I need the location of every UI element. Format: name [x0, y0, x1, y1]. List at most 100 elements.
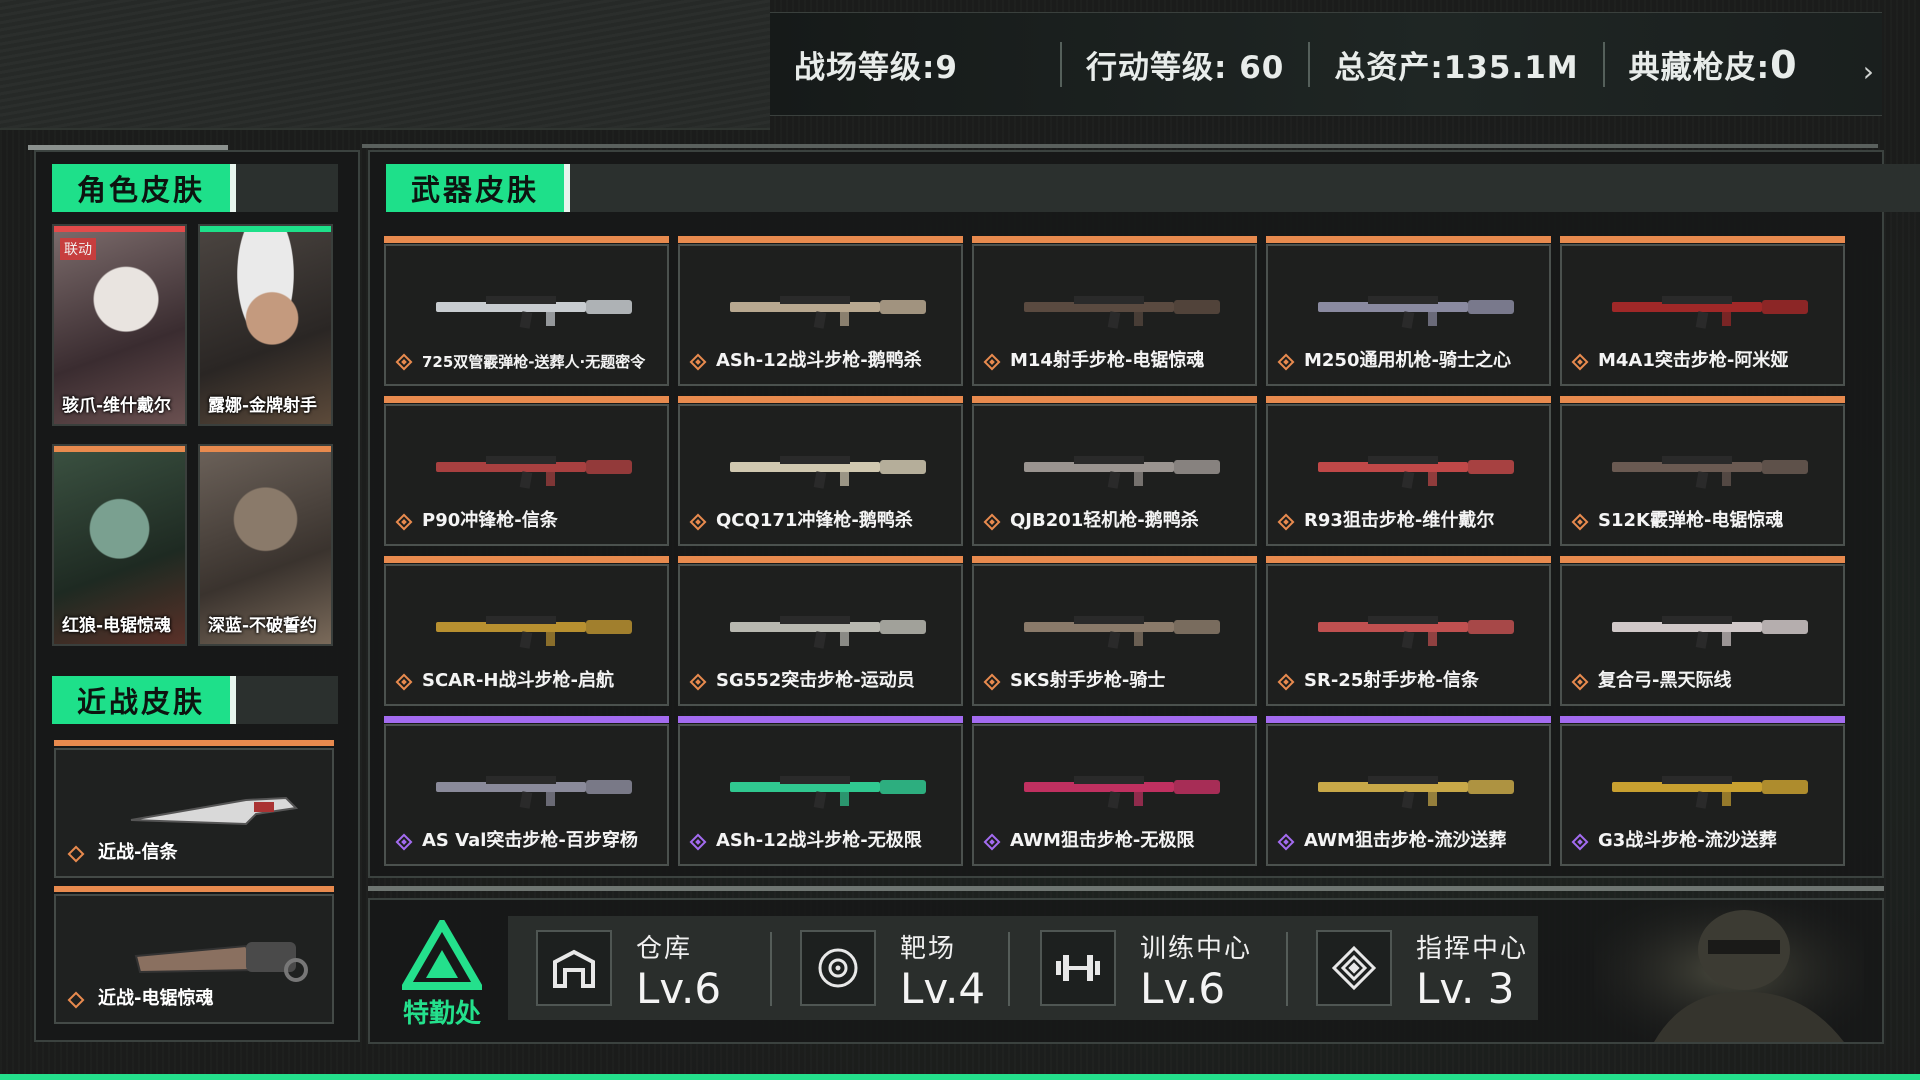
weapon-skin-label: AWM狙击步枪-流沙送葬 [1304, 830, 1507, 851]
rarity-stripe [972, 236, 1257, 243]
weapon-image [436, 776, 632, 809]
dumbbell-icon [1040, 930, 1116, 1006]
facility-name: 训练中心 [1140, 934, 1253, 964]
rarity-diamond-icon [1277, 833, 1295, 851]
weapon-skin-card[interactable]: SKS射手步枪-骑士 [972, 556, 1257, 706]
weapon-skin-label: S12K霰弹枪-电锯惊魂 [1598, 510, 1784, 531]
weapon-image [1318, 296, 1514, 329]
rarity-diamond-icon [689, 353, 707, 371]
weapon-image [730, 456, 926, 489]
facility-divider [770, 932, 772, 1006]
facility-command-center[interactable]: 指挥中心 Lv. 3 [1316, 916, 1556, 1020]
character-skin-card[interactable]: 红狼-电锯惊魂 [52, 444, 187, 646]
weapon-skin-label: QJB201轻机枪-鹅鸭杀 [1010, 510, 1199, 531]
weapon-skin-card[interactable]: AWM狙击步枪-流沙送葬 [1266, 716, 1551, 866]
collection-skins-value: 0 [1770, 42, 1798, 87]
weapon-skin-card[interactable]: R93狙击步枪-维什戴尔 [1266, 396, 1551, 546]
facility-training-center[interactable]: 训练中心 Lv.6 [1040, 916, 1280, 1020]
rarity-diamond-icon [689, 833, 707, 851]
collab-badge: 联动 [60, 238, 96, 260]
rarity-stripe [1560, 556, 1845, 563]
weapon-skin-label: ASh-12战斗步枪-无极限 [716, 830, 922, 851]
weapon-skin-card[interactable]: ASh-12战斗步枪-鹅鸭杀 [678, 236, 963, 386]
rarity-diamond-icon [1571, 673, 1589, 691]
weapon-skin-card[interactable]: SG552突击步枪-运动员 [678, 556, 963, 706]
weapon-skin-label: AS Val突击步枪-百步穿杨 [422, 830, 638, 851]
weapon-skin-label: SKS射手步枪-骑士 [1010, 670, 1166, 691]
rarity-stripe [1266, 236, 1551, 243]
character-skin-card[interactable]: 露娜-金牌射手 [198, 224, 333, 426]
operation-level: 行动等级: 60 [1062, 41, 1311, 87]
panel-divider [28, 145, 228, 150]
weapon-skin-card[interactable]: G3战斗步枪-流沙送葬 [1560, 716, 1845, 866]
weapon-skin-card[interactable]: AWM狙击步枪-无极限 [972, 716, 1257, 866]
collection-skins: 典藏枪皮:0 [1605, 42, 1822, 87]
weapon-skin-card[interactable]: QJB201轻机枪-鹅鸭杀 [972, 396, 1257, 546]
weapon-skin-card[interactable]: 复合弓-黑天际线 [1560, 556, 1845, 706]
rarity-diamond-icon [983, 673, 1001, 691]
rarity-diamond-icon [67, 991, 85, 1009]
melee-skin-card[interactable]: 近战-信条 [54, 740, 334, 878]
weapon-skin-label: AWM狙击步枪-无极限 [1010, 830, 1195, 851]
weapon-skin-label: SCAR-H战斗步枪-启航 [422, 670, 614, 691]
melee-skin-label: 近战-电锯惊魂 [98, 988, 214, 1009]
character-skin-card[interactable]: 深蓝-不破誓约 [198, 444, 333, 646]
agency-label: 特勤处 [402, 999, 481, 1029]
character-skin-card[interactable]: 联动 骇爪-维什戴尔 [52, 224, 187, 426]
facility-level: Lv.4 [900, 964, 986, 1013]
weapon-skin-card[interactable]: S12K霰弹枪-电锯惊魂 [1560, 396, 1845, 546]
weapon-skin-card[interactable]: M4A1突击步枪-阿米娅 [1560, 236, 1845, 386]
weapon-image [1612, 296, 1808, 329]
melee-skin-card[interactable]: 近战-电锯惊魂 [54, 886, 334, 1024]
rarity-diamond-icon [1571, 513, 1589, 531]
weapon-image [436, 616, 632, 649]
weapon-skin-card[interactable]: AS Val突击步枪-百步穿杨 [384, 716, 669, 866]
weapon-image [436, 296, 632, 329]
weapon-skin-label: SG552突击步枪-运动员 [716, 670, 915, 691]
weapon-skin-card[interactable]: SR-25射手步枪-信条 [1266, 556, 1551, 706]
rarity-diamond-icon [983, 353, 1001, 371]
rarity-stripe [678, 396, 963, 403]
character-skin-label: 骇爪-维什戴尔 [62, 396, 172, 416]
weapon-image [1612, 776, 1808, 809]
rarity-diamond-icon [67, 845, 85, 863]
facility-level: Lv. 3 [1416, 964, 1515, 1013]
facility-warehouse[interactable]: 仓库 Lv.6 [536, 916, 756, 1020]
agency-triangle-icon [399, 916, 485, 990]
weapon-skin-card[interactable]: M250通用机枪-骑士之心 [1266, 236, 1551, 386]
rarity-stripe [1266, 716, 1551, 723]
weapon-skin-card[interactable]: SCAR-H战斗步枪-启航 [384, 556, 669, 706]
facility-name: 指挥中心 [1416, 934, 1529, 964]
rarity-stripe [1266, 556, 1551, 563]
weapon-skin-card[interactable]: ASh-12战斗步枪-无极限 [678, 716, 963, 866]
top-left-banner [0, 0, 770, 130]
weapon-skin-card[interactable]: QCQ171冲锋枪-鹅鸭杀 [678, 396, 963, 546]
weapon-skin-label: R93狙击步枪-维什戴尔 [1304, 510, 1495, 531]
total-assets: 总资产:135.1M [1310, 41, 1605, 87]
chevron-right-icon[interactable]: › [1863, 55, 1874, 88]
agency-logo[interactable]: 特勤处 [392, 916, 492, 1030]
facility-shooting-range[interactable]: 靶场 Lv.4 [800, 916, 1000, 1020]
weapon-skin-label: M4A1突击步枪-阿米娅 [1598, 350, 1789, 371]
rarity-diamond-icon [395, 513, 413, 531]
weapon-image [1024, 296, 1220, 329]
facility-divider [1008, 932, 1010, 1006]
command-icon [1316, 930, 1392, 1006]
character-skin-label: 露娜-金牌射手 [208, 396, 318, 416]
rarity-stripe [384, 556, 669, 563]
weapon-skins-header: 武器皮肤 [386, 164, 1920, 212]
weapon-image [436, 456, 632, 489]
panel-divider [362, 144, 1878, 148]
weapon-skin-card[interactable]: M14射手步枪-电锯惊魂 [972, 236, 1257, 386]
character-skin-label: 深蓝-不破誓约 [208, 616, 318, 636]
weapon-skin-card[interactable]: 725双管霰弹枪-送葬人·无题密令 [384, 236, 669, 386]
rarity-stripe [1560, 716, 1845, 723]
rarity-diamond-icon [395, 353, 413, 371]
character-skins-title: 角色皮肤 [52, 164, 236, 212]
rarity-stripe [384, 716, 669, 723]
weapon-skin-card[interactable]: P90冲锋枪-信条 [384, 396, 669, 546]
character-skin-label: 红狼-电锯惊魂 [62, 616, 172, 636]
weapon-skin-label: 725双管霰弹枪-送葬人·无题密令 [422, 353, 646, 371]
rarity-diamond-icon [395, 833, 413, 851]
facility-level: Lv.6 [1140, 964, 1226, 1013]
